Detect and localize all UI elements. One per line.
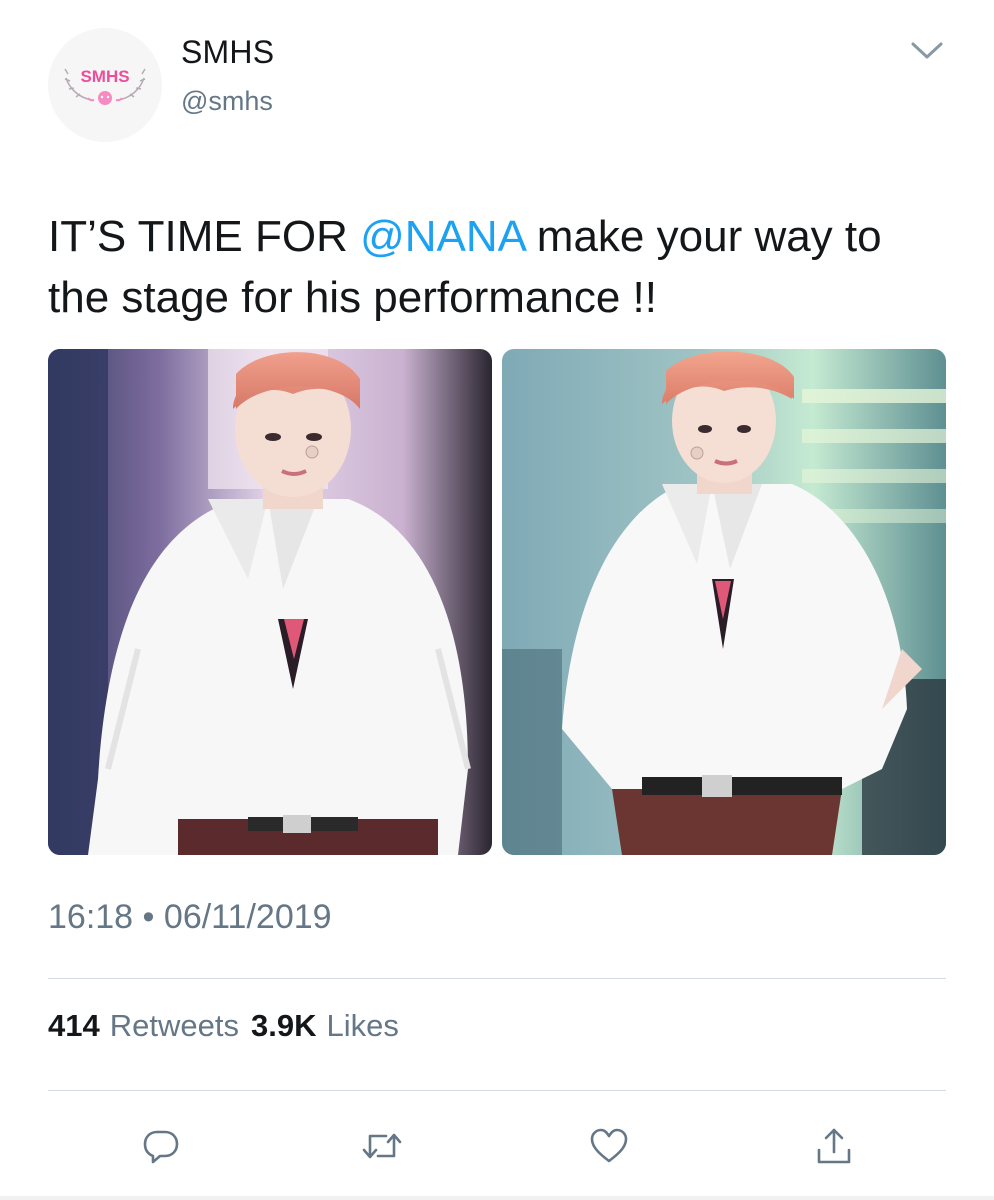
divider [48, 978, 946, 979]
divider [48, 1090, 946, 1091]
likes-count: 3.9K [250, 1008, 317, 1043]
timestamp-separator: • [142, 898, 155, 936]
media-grid [48, 349, 946, 855]
like-button[interactable] [581, 1118, 637, 1174]
smhs-logo-icon: SMHS [48, 28, 162, 142]
reply-icon [143, 1130, 179, 1164]
tweet-stats: 414 Retweets 3.9K Likes [48, 1008, 399, 1044]
bottom-border [0, 1196, 994, 1200]
likes-label: Likes [326, 1008, 399, 1043]
tweet-menu-button[interactable] [904, 36, 950, 66]
display-name[interactable]: SMHS [181, 34, 274, 71]
tweet-text: IT’S TIME FOR @NANA make your way to the… [48, 206, 948, 328]
heart-icon [590, 1128, 628, 1163]
avatar[interactable]: SMHS [48, 28, 162, 142]
tweet-text-before: IT’S TIME FOR [48, 212, 361, 261]
photo-image [502, 349, 946, 855]
tweet-card: SMHS SMHS @smhs IT’S TIME FOR @NANA make… [0, 0, 994, 1200]
tweet-date: 06/11/2019 [163, 898, 332, 936]
performance-photo-2[interactable] [502, 349, 946, 855]
mention-link[interactable]: @NANA [360, 212, 524, 261]
tweet-timestamp[interactable]: 16:18 • 06/11/2019 [48, 898, 332, 937]
share-button[interactable] [806, 1118, 862, 1174]
retweets-stat[interactable]: 414 Retweets [48, 1008, 239, 1044]
retweet-icon [362, 1133, 402, 1159]
retweets-count: 414 [48, 1008, 100, 1043]
retweet-button[interactable] [354, 1118, 410, 1174]
photo-image [48, 349, 492, 855]
reply-button[interactable] [133, 1118, 189, 1174]
retweets-label: Retweets [109, 1008, 239, 1043]
tweet-actions [0, 1118, 994, 1174]
user-handle[interactable]: @smhs [181, 86, 273, 117]
performance-photo-1[interactable] [48, 349, 492, 855]
likes-stat[interactable]: 3.9K Likes [251, 1008, 399, 1044]
svg-text:SMHS: SMHS [80, 67, 129, 86]
share-icon [817, 1128, 851, 1164]
chevron-down-icon [911, 42, 943, 59]
tweet-time: 16:18 [48, 898, 134, 936]
